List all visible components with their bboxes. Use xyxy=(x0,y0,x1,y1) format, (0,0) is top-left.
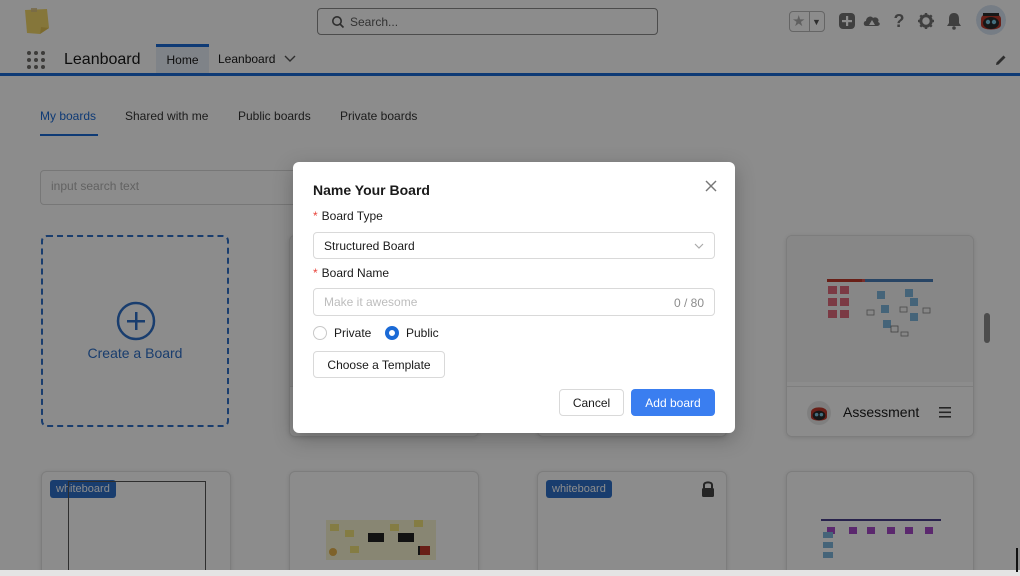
board-type-label: * Board Type xyxy=(313,209,383,223)
board-type-value: Structured Board xyxy=(324,239,415,253)
board-name-label: * Board Name xyxy=(313,266,389,280)
board-type-select[interactable]: Structured Board xyxy=(313,232,715,259)
text-cursor-icon xyxy=(1016,548,1018,572)
radio-checked-icon xyxy=(385,326,399,340)
close-icon[interactable] xyxy=(703,178,719,194)
board-name-input[interactable] xyxy=(324,295,654,309)
visibility-public-radio[interactable]: Public xyxy=(385,326,439,340)
board-name-label-text: Board Name xyxy=(321,266,390,280)
required-asterisk: * xyxy=(313,209,318,223)
required-asterisk: * xyxy=(313,266,318,280)
cancel-button[interactable]: Cancel xyxy=(559,389,624,416)
board-type-label-text: Board Type xyxy=(321,209,383,223)
add-board-button[interactable]: Add board xyxy=(631,389,715,416)
choose-template-button[interactable]: Choose a Template xyxy=(313,351,445,378)
radio-unchecked-icon xyxy=(313,326,327,340)
chevron-down-icon xyxy=(694,243,704,249)
name-board-modal: Name Your Board * Board Type Structured B… xyxy=(293,162,735,433)
modal-title: Name Your Board xyxy=(313,182,430,198)
visibility-private-radio[interactable]: Private xyxy=(313,326,371,340)
board-name-char-counter: 0 / 80 xyxy=(673,296,704,310)
visibility-private-label: Private xyxy=(334,326,372,340)
visibility-public-label: Public xyxy=(406,326,439,340)
window-bottom-edge xyxy=(0,570,1020,576)
board-name-field[interactable]: 0 / 80 xyxy=(313,288,715,316)
